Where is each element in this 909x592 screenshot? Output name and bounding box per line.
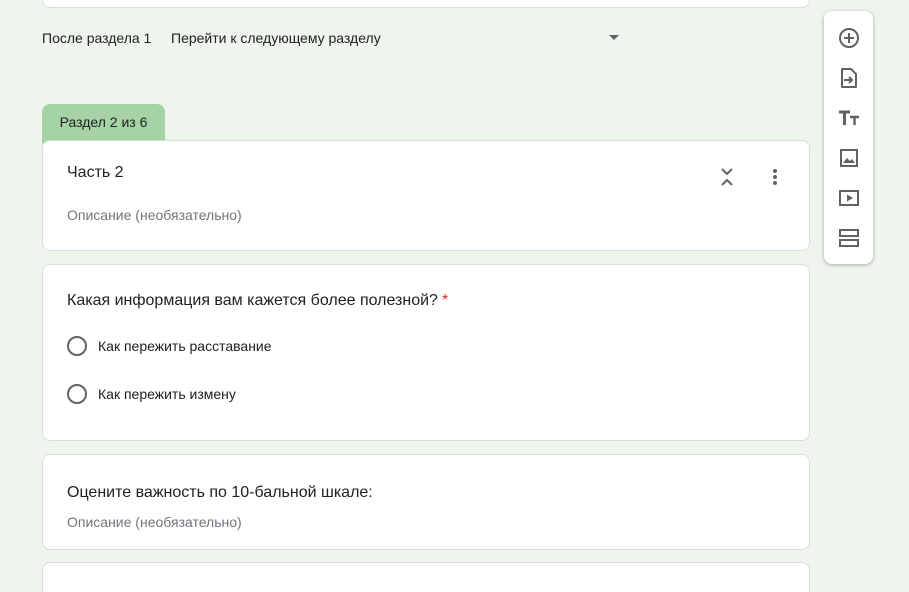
add-circle-icon	[839, 28, 859, 48]
question-card[interactable]: Какая информация вам кажется более полез…	[42, 264, 810, 441]
section-title-input[interactable]: Часть 2	[67, 163, 124, 183]
after-section-dropdown[interactable]: Перейти к следующему разделу	[171, 28, 622, 48]
radio-button[interactable]	[67, 384, 87, 404]
section-header-card[interactable]: Часть 2 Описание (необязательно)	[42, 140, 810, 251]
add-video-button[interactable]	[836, 185, 862, 211]
radio-option[interactable]: Как пережить измену	[67, 383, 236, 405]
more-options-button[interactable]	[761, 163, 789, 191]
radio-option[interactable]: Как пережить расставание	[67, 335, 272, 357]
section-description-input[interactable]: Описание (необязательно)	[67, 206, 242, 224]
add-image-button[interactable]	[836, 145, 862, 171]
add-question-button[interactable]	[836, 25, 862, 51]
collapse-icon	[721, 168, 733, 186]
next-card	[42, 562, 810, 592]
required-mark: *	[441, 292, 449, 309]
import-question-icon	[841, 68, 857, 88]
after-section-value: Перейти к следующему разделу	[171, 30, 381, 46]
section-icon	[839, 229, 859, 247]
question-title-text: Какая информация вам кажется более полез…	[67, 292, 438, 309]
collapse-section-button[interactable]	[713, 163, 741, 191]
video-icon	[839, 190, 859, 206]
add-title-button[interactable]	[836, 105, 862, 131]
question-title: Какая информация вам кажется более полез…	[67, 291, 448, 311]
question-card[interactable]: Оцените важность по 10-бальной шкале: Оп…	[42, 454, 810, 550]
dropdown-arrow-icon	[609, 35, 619, 40]
after-section-label: После раздела 1	[42, 30, 152, 46]
image-icon	[840, 149, 858, 167]
option-label: Как пережить измену	[98, 386, 236, 402]
import-questions-button[interactable]	[836, 65, 862, 91]
previous-card	[42, 0, 810, 8]
question-description-input[interactable]: Описание (необязательно)	[67, 513, 242, 531]
add-section-button[interactable]	[836, 225, 862, 251]
after-section-row: После раздела 1 Перейти к следующему раз…	[42, 28, 622, 48]
section-tab: Раздел 2 из 6	[42, 104, 165, 144]
more-vert-icon	[773, 169, 777, 185]
option-label: Как пережить расставание	[98, 338, 272, 354]
radio-button[interactable]	[67, 336, 87, 356]
question-title: Оцените важность по 10-бальной шкале:	[67, 484, 373, 501]
title-text-icon	[839, 110, 859, 125]
side-toolbar	[824, 11, 873, 264]
